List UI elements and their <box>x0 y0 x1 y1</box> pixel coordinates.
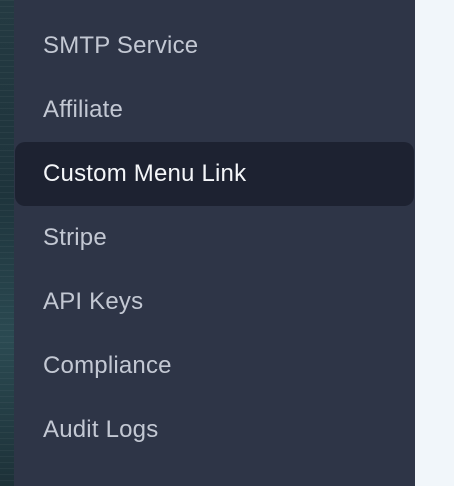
sidebar-item-compliance[interactable]: Compliance <box>15 334 414 398</box>
settings-menu: SMTP Service Affiliate Custom Menu Link … <box>14 0 415 462</box>
sidebar-item-smtp-service[interactable]: SMTP Service <box>15 14 414 78</box>
sidebar-item-custom-menu-link[interactable]: Custom Menu Link <box>15 142 414 206</box>
sidebar-item-api-keys[interactable]: API Keys <box>15 270 414 334</box>
main-content-edge <box>454 0 474 486</box>
sidebar-item-label: Custom Menu Link <box>43 160 247 187</box>
sidebar-item-stripe[interactable]: Stripe <box>15 206 414 270</box>
sidebar-item-label: Affiliate <box>43 96 124 123</box>
sidebar-item-affiliate[interactable]: Affiliate <box>15 78 414 142</box>
sidebar-item-label: Audit Logs <box>43 416 159 443</box>
settings-sidebar: SMTP Service Affiliate Custom Menu Link … <box>14 0 415 486</box>
sidebar-item-label: Compliance <box>43 352 172 379</box>
sidebar-item-audit-logs[interactable]: Audit Logs <box>15 398 414 462</box>
sidebar-item-label: SMTP Service <box>43 32 199 59</box>
sidebar-item-label: Stripe <box>43 224 107 251</box>
sidebar-item-label: API Keys <box>43 288 144 315</box>
